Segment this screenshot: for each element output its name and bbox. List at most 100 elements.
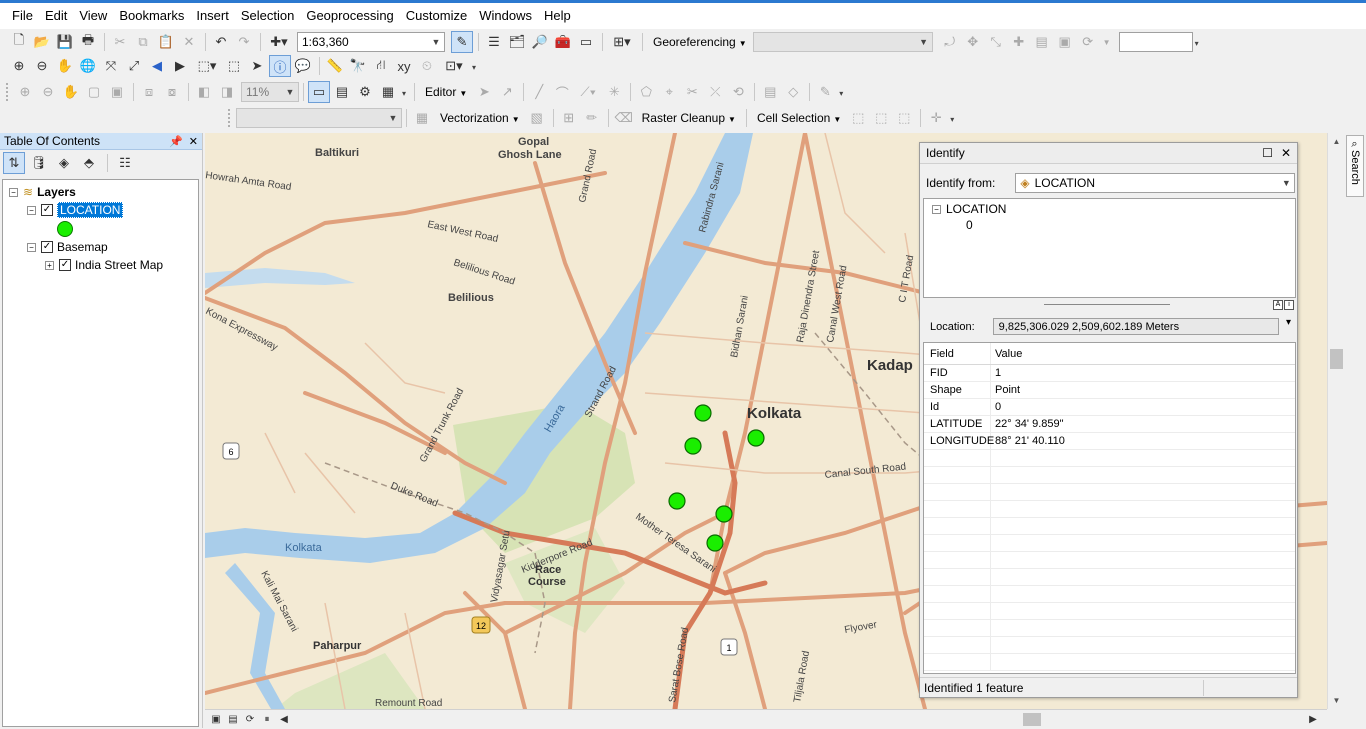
- attribute-row[interactable]: LONGITUDE 88° 21' 40.110: [924, 433, 1295, 450]
- location-layer-label[interactable]: LOCATION: [57, 202, 124, 218]
- viewer-icon[interactable]: ▣: [1054, 31, 1076, 53]
- layer-visibility-checkbox[interactable]: ✓: [59, 259, 71, 271]
- undo-icon[interactable]: ↶: [210, 31, 232, 53]
- layout-zoom-out-icon[interactable]: ⊖: [37, 81, 59, 103]
- identify-splitter[interactable]: A i: [920, 300, 1297, 310]
- cell-select-plus-icon[interactable]: ⬚: [870, 107, 892, 129]
- rotate-icon[interactable]: ⤾: [939, 31, 961, 53]
- chevron-down-icon[interactable]: ▼: [428, 33, 444, 51]
- model-builder-icon[interactable]: ⊞▾: [607, 31, 637, 53]
- layer-visibility-checkbox[interactable]: ✓: [41, 204, 53, 216]
- basemap-layer-label[interactable]: Basemap: [57, 240, 108, 254]
- cut-polygons-icon[interactable]: ✂: [681, 81, 703, 103]
- tree-row-basemap[interactable]: − ✓ Basemap: [3, 238, 198, 256]
- menu-file[interactable]: File: [6, 5, 39, 27]
- print-icon[interactable]: 🖶: [77, 31, 99, 53]
- menu-selection[interactable]: Selection: [235, 5, 300, 27]
- result-layer-row[interactable]: − LOCATION: [924, 201, 1295, 217]
- raster-snapping-icon[interactable]: ▦: [411, 107, 433, 129]
- chevron-down-icon[interactable]: ▼: [1100, 31, 1114, 53]
- close-icon[interactable]: ✕: [189, 135, 198, 148]
- clear-selection-icon[interactable]: ⬚: [223, 55, 245, 77]
- save-icon[interactable]: 💾: [54, 31, 76, 53]
- auto-adjust-icon[interactable]: ⟳: [1077, 31, 1099, 53]
- view-link-table-icon[interactable]: ▤: [1031, 31, 1053, 53]
- location-point[interactable]: [684, 437, 702, 455]
- location-options-icon[interactable]: ▾: [1286, 317, 1291, 328]
- cell-selection-menu[interactable]: Cell Selection ▼: [751, 111, 847, 125]
- location-value-field[interactable]: 9,825,306.029 2,509,602.189 Meters: [992, 318, 1279, 335]
- open-folder-icon[interactable]: 📂: [31, 31, 53, 53]
- collapse-icon[interactable]: −: [27, 205, 36, 215]
- tree-row-street-map[interactable]: + ✓ India Street Map: [3, 256, 198, 274]
- toc-options-icon[interactable]: ☷: [114, 152, 136, 174]
- list-by-selection-icon[interactable]: ⬘: [78, 152, 100, 174]
- table-of-contents-icon[interactable]: ☰: [483, 31, 505, 53]
- add-data-icon[interactable]: ✚▾: [265, 31, 293, 53]
- raster-cleanup-menu[interactable]: Raster Cleanup ▼: [636, 111, 742, 125]
- zoom-whole-page-icon[interactable]: ▢: [83, 81, 105, 103]
- toggle-draft-mode-icon[interactable]: ▭: [308, 81, 330, 103]
- attribute-row[interactable]: FID 1: [924, 365, 1295, 382]
- location-point[interactable]: [694, 404, 712, 422]
- expand-icon[interactable]: +: [45, 260, 54, 270]
- copy-icon[interactable]: ⧉: [132, 31, 154, 53]
- forward-arrow-icon[interactable]: ▶: [169, 55, 191, 77]
- list-by-visibility-icon[interactable]: ◈: [53, 152, 75, 174]
- sketch-properties-icon[interactable]: ◇: [782, 81, 804, 103]
- editor-menu[interactable]: Editor ▼: [419, 85, 473, 99]
- toolbar-grip[interactable]: [6, 83, 10, 101]
- endpoint-arc-icon[interactable]: ⌒: [551, 81, 573, 103]
- html-popup-icon[interactable]: 💬: [292, 55, 314, 77]
- new-document-icon[interactable]: 🗋: [8, 31, 30, 53]
- scale-icon[interactable]: ⤡: [985, 31, 1007, 53]
- menu-geoprocessing[interactable]: Geoprocessing: [300, 5, 399, 27]
- menu-help[interactable]: Help: [538, 5, 577, 27]
- catalog-icon[interactable]: 🗂: [506, 31, 528, 53]
- toolbar-overflow-icon[interactable]: ▾: [1195, 36, 1203, 48]
- zoom-percent-combo[interactable]: 11% ▼: [241, 82, 299, 102]
- zoom-out-icon[interactable]: ⊖: [31, 55, 53, 77]
- menu-view[interactable]: View: [73, 5, 113, 27]
- chevron-down-icon[interactable]: ▼: [282, 83, 298, 101]
- select-features-icon[interactable]: ⬚▾: [192, 55, 222, 77]
- edit-annotation-icon[interactable]: ↗: [496, 81, 518, 103]
- split-icon[interactable]: ⤫: [704, 81, 726, 103]
- create-features-icon[interactable]: ✎: [814, 81, 836, 103]
- edit-vertices-icon[interactable]: ⬠: [635, 81, 657, 103]
- next-extent-icon[interactable]: ◨: [216, 81, 238, 103]
- result-feature-row[interactable]: 0: [924, 217, 1295, 233]
- change-layout-icon[interactable]: ⚙: [354, 81, 376, 103]
- paste-icon[interactable]: 📋: [155, 31, 177, 53]
- collapse-icon[interactable]: −: [27, 242, 36, 252]
- refresh-icon[interactable]: ⟳: [243, 713, 257, 727]
- identify-title-bar[interactable]: Identify ☐ ✕: [920, 143, 1297, 164]
- tree-row-location[interactable]: − ✓ LOCATION: [3, 201, 198, 219]
- location-point[interactable]: [747, 429, 765, 447]
- arctoolbox-icon[interactable]: 🧰: [552, 31, 574, 53]
- focus-data-frame-icon[interactable]: ▤: [331, 81, 353, 103]
- close-icon[interactable]: ✕: [1281, 146, 1291, 160]
- identify-icon[interactable]: ⓘ: [269, 55, 291, 77]
- crosshair-icon[interactable]: ✛: [925, 107, 947, 129]
- python-window-icon[interactable]: ▭: [575, 31, 597, 53]
- toolbar-overflow-icon[interactable]: ▾: [950, 112, 958, 124]
- menu-windows[interactable]: Windows: [473, 5, 538, 27]
- create-viewer-window-icon[interactable]: ⊡▾: [439, 55, 469, 77]
- find-route-icon[interactable]: ⛙: [370, 55, 392, 77]
- select-connected-cells-icon[interactable]: ⬚: [847, 107, 869, 129]
- layer-visibility-checkbox[interactable]: ✓: [41, 241, 53, 253]
- chevron-down-icon[interactable]: ▼: [916, 33, 932, 51]
- sort-icon[interactable]: A: [1273, 300, 1283, 310]
- attribute-row[interactable]: Shape Point: [924, 382, 1295, 399]
- straight-segment-icon[interactable]: ╱: [528, 81, 550, 103]
- toolbar-overflow-icon[interactable]: ▾: [402, 86, 410, 98]
- attribute-row[interactable]: Id 0: [924, 399, 1295, 416]
- collapse-icon[interactable]: −: [9, 187, 18, 197]
- layout-zoom-in-icon[interactable]: ⊕: [14, 81, 36, 103]
- pin-icon[interactable]: 📌: [169, 135, 183, 148]
- toolbar-grip[interactable]: [228, 109, 232, 127]
- pause-drawing-icon[interactable]: ⏸: [260, 713, 274, 727]
- scroll-thumb[interactable]: [1330, 349, 1343, 369]
- pencil-icon[interactable]: ✏: [581, 107, 603, 129]
